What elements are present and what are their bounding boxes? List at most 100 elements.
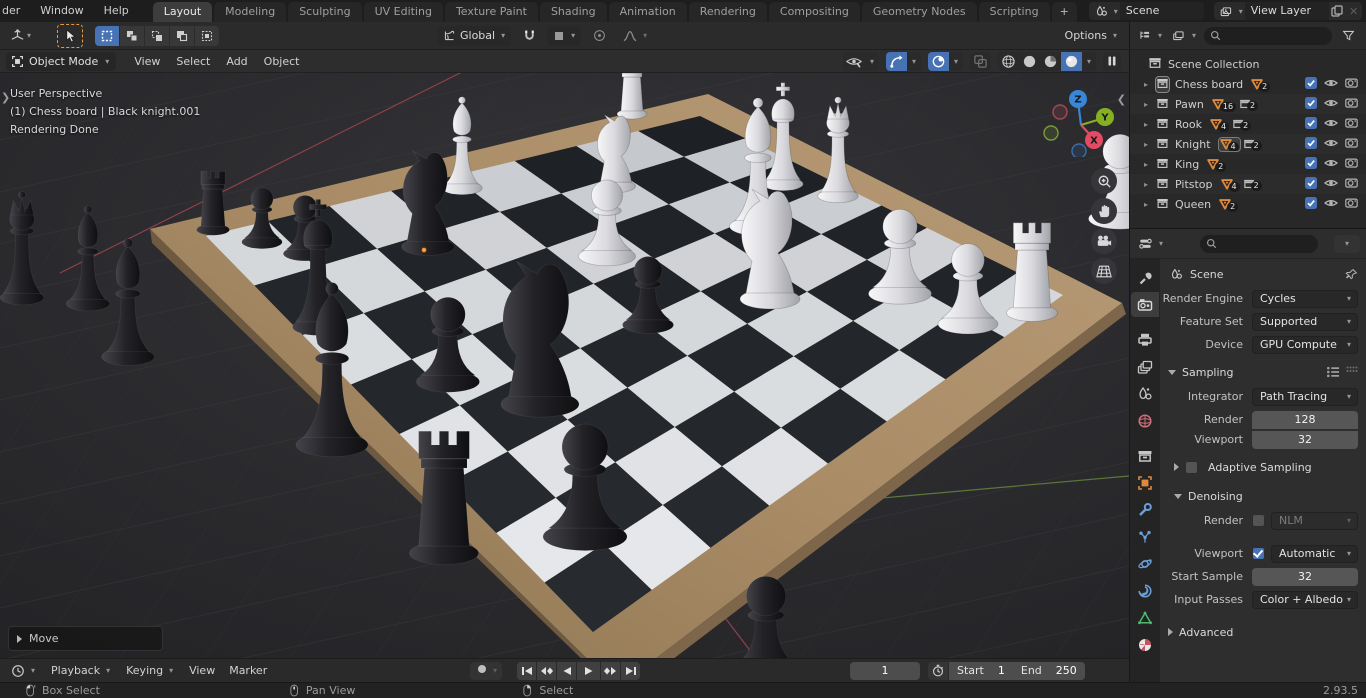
properties-tab-scene[interactable]: [1131, 381, 1159, 406]
remove-view-layer-button[interactable]: ✕: [1345, 2, 1362, 20]
timeline-menu-view[interactable]: View: [182, 664, 222, 677]
tab-uv-editing[interactable]: UV Editing: [364, 2, 443, 22]
render-engine-dropdown[interactable]: Cycles▾: [1252, 290, 1358, 308]
expand-arrow-icon[interactable]: ▸: [1144, 200, 1156, 209]
shading-rendered-button[interactable]: [1061, 52, 1082, 71]
exclude-checkbox[interactable]: [1305, 197, 1317, 212]
collection-name[interactable]: Pitstop: [1175, 178, 1213, 191]
exclude-checkbox[interactable]: [1305, 137, 1317, 152]
outliner-row-pitstop[interactable]: ▸Pitstop42: [1130, 174, 1366, 194]
input-passes-dropdown[interactable]: Color + Albedo▾: [1252, 591, 1358, 609]
select-mode-invert[interactable]: [170, 26, 194, 46]
collection-name[interactable]: Rook: [1175, 118, 1202, 131]
viewport-menu-add[interactable]: Add: [218, 55, 255, 68]
presets-icon[interactable]: [1326, 366, 1340, 378]
denoise-viewport-dropdown[interactable]: Automatic▾: [1271, 545, 1358, 563]
denoise-render-dropdown[interactable]: NLM▾: [1271, 512, 1358, 530]
properties-search-input[interactable]: [1200, 235, 1318, 253]
viewport-menu-object[interactable]: Object: [256, 55, 308, 68]
outliner-row-pawn[interactable]: ▸Pawn162: [1130, 94, 1366, 114]
properties-tab-material[interactable]: [1131, 632, 1159, 657]
add-workspace-button[interactable]: +: [1052, 2, 1077, 22]
exclude-checkbox[interactable]: [1305, 97, 1317, 112]
disable-render-icon[interactable]: [1345, 177, 1358, 191]
xray-toggle[interactable]: [970, 52, 991, 71]
navigation-gizmo[interactable]: Z Y X: [1043, 85, 1115, 160]
properties-tab-object[interactable]: [1131, 470, 1159, 495]
snap-magnet-icon[interactable]: [517, 25, 541, 47]
tab-compositing[interactable]: Compositing: [769, 2, 860, 22]
integrator-dropdown[interactable]: Path Tracing▾: [1252, 388, 1358, 406]
object-visibility-dropdown[interactable]: ▾: [843, 52, 879, 71]
sampling-section-header[interactable]: Sampling: [1168, 361, 1358, 383]
expand-arrow-icon[interactable]: ▸: [1144, 180, 1156, 189]
tab-geometry-nodes[interactable]: Geometry Nodes: [862, 2, 977, 22]
tab-scripting[interactable]: Scripting: [979, 2, 1050, 22]
mode-dropdown[interactable]: Object Mode ▾: [6, 52, 116, 71]
pin-icon[interactable]: [1345, 268, 1358, 281]
menu-help[interactable]: Help: [94, 0, 139, 22]
collection-name[interactable]: Chess board: [1175, 78, 1243, 91]
shading-dropdown[interactable]: ▾: [1082, 52, 1096, 71]
device-dropdown[interactable]: GPU Compute▾: [1252, 336, 1358, 354]
viewport-samples-field[interactable]: 32: [1252, 431, 1358, 449]
adaptive-sampling-checkbox[interactable]: [1185, 461, 1198, 474]
disable-render-icon[interactable]: [1345, 197, 1358, 211]
proportional-editing-toggle[interactable]: [587, 25, 611, 47]
pause-render-button[interactable]: [1103, 52, 1121, 71]
advanced-section-header[interactable]: Advanced: [1168, 621, 1358, 643]
expand-arrow-icon[interactable]: ▸: [1144, 140, 1156, 149]
toggle-perspective-button[interactable]: [1091, 258, 1117, 284]
active-tool-select-box[interactable]: [57, 24, 83, 48]
expand-arrow-icon[interactable]: ▸: [1144, 100, 1156, 109]
hide-eye-icon[interactable]: [1324, 117, 1338, 132]
show-overlays-toggle[interactable]: [928, 52, 949, 71]
properties-tab-view-layer[interactable]: [1131, 354, 1159, 379]
jump-to-start-button[interactable]: [517, 662, 536, 680]
properties-tab-world[interactable]: [1131, 408, 1159, 433]
outliner-display-mode-dropdown[interactable]: ▾: [1136, 26, 1166, 46]
tab-shading[interactable]: Shading: [540, 2, 607, 22]
properties-tab-collection[interactable]: [1131, 443, 1159, 468]
shading-wireframe-button[interactable]: [998, 52, 1019, 71]
editor-type-dropdown[interactable]: ▾: [8, 25, 35, 47]
expand-arrow-icon[interactable]: ▸: [1144, 120, 1156, 129]
outliner-row-queen[interactable]: ▸Queen2: [1130, 194, 1366, 214]
select-mode-set[interactable]: [95, 26, 119, 46]
feature-set-dropdown[interactable]: Supported▾: [1252, 313, 1358, 331]
disable-render-icon[interactable]: [1345, 77, 1358, 91]
sidebar-expand-icon[interactable]: ❮: [1117, 93, 1126, 106]
hide-eye-icon[interactable]: [1324, 137, 1338, 152]
outliner-row-king[interactable]: ▸King2: [1130, 154, 1366, 174]
outliner-filter-icon[interactable]: [1336, 25, 1360, 47]
record-button[interactable]: [473, 663, 491, 678]
keying-dropdown[interactable]: ▾: [491, 666, 499, 675]
shading-solid-button[interactable]: [1019, 52, 1040, 71]
viewport-canvas[interactable]: User Perspective (1) Chess board | Black…: [0, 73, 1129, 658]
outliner-row-knight[interactable]: ▸Knight42: [1130, 134, 1366, 154]
play-button[interactable]: [577, 662, 600, 680]
camera-view-button[interactable]: [1091, 228, 1117, 254]
denoise-viewport-checkbox[interactable]: [1252, 547, 1265, 560]
gizmo-neg-y[interactable]: [1044, 126, 1058, 140]
show-gizmos-toggle[interactable]: [886, 52, 907, 71]
hide-eye-icon[interactable]: [1324, 157, 1338, 172]
properties-tab-tool[interactable]: [1131, 265, 1159, 290]
expand-arrow-icon[interactable]: ▸: [1144, 160, 1156, 169]
next-keyframe-button[interactable]: [601, 662, 620, 680]
hide-eye-icon[interactable]: [1324, 97, 1338, 112]
properties-editor-type-dropdown[interactable]: ▾: [1136, 234, 1167, 254]
tab-rendering[interactable]: Rendering: [689, 2, 767, 22]
tab-texture-paint[interactable]: Texture Paint: [445, 2, 538, 22]
denoise-render-checkbox[interactable]: [1252, 514, 1265, 527]
select-mode-intersect[interactable]: [195, 26, 219, 46]
prev-keyframe-button[interactable]: [537, 662, 556, 680]
hide-eye-icon[interactable]: [1324, 177, 1338, 192]
shading-material-button[interactable]: [1040, 52, 1061, 71]
start-frame-field[interactable]: Start1: [949, 662, 1013, 680]
render-samples-field[interactable]: 128: [1252, 411, 1358, 429]
tab-layout[interactable]: Layout: [153, 2, 212, 22]
timeline-editor-type-dropdown[interactable]: ▾: [4, 664, 44, 678]
hide-eye-icon[interactable]: [1324, 77, 1338, 92]
timeline-menu-playback[interactable]: Playback▾: [44, 664, 119, 677]
